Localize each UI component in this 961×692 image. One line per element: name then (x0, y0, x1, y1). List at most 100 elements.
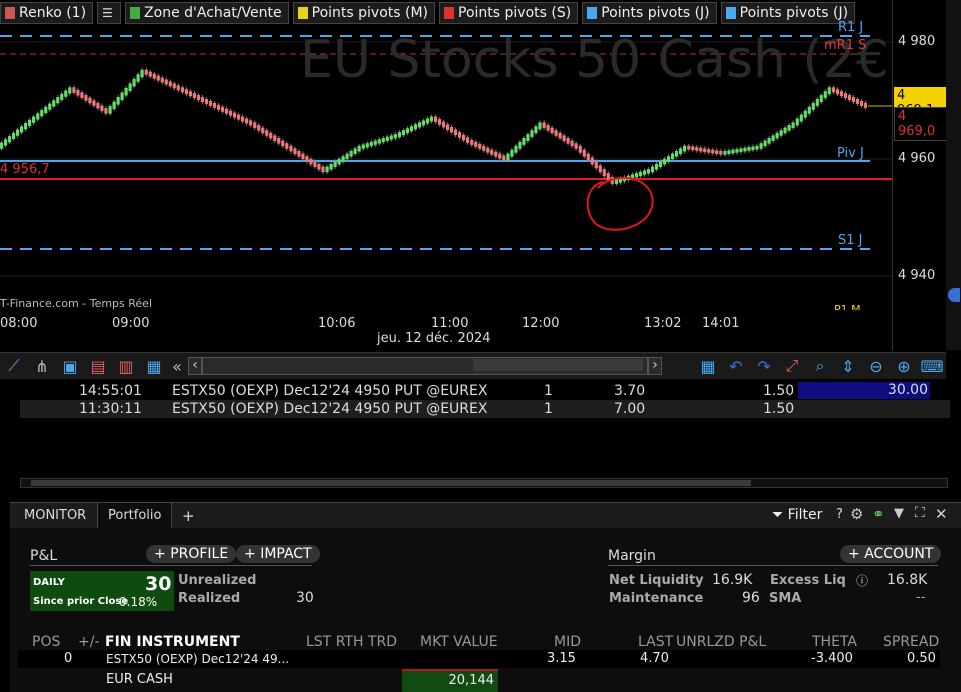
price-chart[interactable]: Renko (1) ☰ Zone d'Achat/Vente Points pivot… (0, 0, 961, 350)
renko-brick-up (799, 114, 803, 122)
renko-brick-up (803, 110, 807, 118)
chevron-down-icon[interactable]: ▼ (894, 506, 904, 521)
col-spread[interactable]: SPREAD (883, 634, 939, 650)
renko-brick-up (530, 130, 534, 138)
comment-icon[interactable]: ▣ (56, 354, 84, 378)
scroll-left-button[interactable]: ‹ (188, 357, 202, 375)
auto-scale-icon[interactable]: ⤢ (778, 354, 806, 378)
tab-portfolio[interactable]: Portfolio (97, 503, 173, 529)
indicator-icon[interactable]: ▥ (112, 354, 140, 378)
legend-item[interactable]: ☰ (97, 2, 122, 24)
renko-brick-up (124, 87, 128, 96)
share-icon[interactable]: ⋔ (28, 354, 56, 378)
renko-brick-down (176, 85, 180, 91)
orders-icon[interactable]: ▤ (84, 354, 112, 378)
col-theta[interactable]: THETA (812, 634, 857, 650)
trade-quantity: 1 (544, 383, 553, 399)
renko-brick-up (421, 120, 426, 126)
renko-brick-down (285, 143, 289, 149)
table-row[interactable]: EUR CASH 20,144 (18, 669, 940, 692)
pnl-title: P&L (30, 548, 58, 564)
renko-brick-up (429, 116, 434, 122)
renko-brick-down (446, 124, 450, 130)
chart-horizontal-scrollbar[interactable] (202, 357, 648, 375)
renko-brick-down (707, 149, 711, 153)
collapse-icon[interactable]: « (168, 354, 186, 378)
info-icon[interactable]: ⓘ (856, 572, 868, 589)
trade-row[interactable]: 14:55:01 ESTX50 (OEXP) Dec12'24 4950 PUT… (20, 382, 950, 400)
time-axis[interactable]: 08:00 09:00 10:06 11:00 12:00 13:02 14:0… (0, 310, 892, 350)
renko-brick-down (273, 135, 277, 141)
close-icon[interactable]: ✕ (935, 505, 948, 523)
renko-brick-down (309, 158, 313, 165)
side-handle-icon[interactable] (948, 288, 960, 302)
renko-brick-down (289, 145, 293, 152)
legend-item[interactable]: Points pivots (S) (439, 2, 579, 24)
scroll-thumb[interactable] (473, 359, 643, 371)
col-unrlzd-pnl[interactable]: UNRLZD P&L (676, 634, 766, 650)
row-pos: 0 (64, 651, 73, 666)
col-mid[interactable]: MID (554, 634, 581, 650)
chart-type-icon[interactable]: ▦ (140, 354, 168, 378)
link-icon[interactable]: ⚭ (872, 505, 885, 523)
scroll-right-button[interactable]: › (648, 357, 662, 375)
table-row[interactable]: 0 ESTX50 (OEXP) Dec12'24 49... 3.15 4.70… (18, 650, 940, 668)
redo-icon[interactable]: ↷ (750, 354, 778, 378)
tab-monitor[interactable]: MONITOR (14, 503, 96, 529)
account-button[interactable]: + ACCOUNT (840, 545, 942, 563)
col-fin-instrument[interactable]: FIN INSTRUMENT (105, 634, 240, 650)
trade-row[interactable]: 11:30:11 ESTX50 (OEXP) Dec12'24 4950 PUT… (20, 400, 950, 418)
maximize-icon[interactable]: ⛶ (915, 505, 925, 521)
trade-time: 11:30:11 (79, 401, 142, 417)
col-change[interactable]: +/- (78, 634, 100, 650)
price-axis[interactable]: 4 980 4 960 4 940 4 969,1 4 969,0 (892, 0, 947, 350)
renko-brick-up (401, 130, 406, 136)
renko-brick-down (550, 127, 554, 134)
col-last[interactable]: LAST (638, 634, 673, 650)
renko-brick-up (614, 179, 619, 184)
legend-item[interactable]: Renko (1) (0, 2, 94, 24)
renko-brick-down (458, 132, 462, 138)
renko-brick-down (454, 129, 458, 136)
renko-brick-up (333, 161, 337, 167)
settings-gear-icon[interactable]: ⚙ (850, 505, 863, 523)
calendar-icon[interactable]: ▦ (694, 354, 722, 378)
margin-divider (608, 565, 938, 566)
undo-icon[interactable]: ↶ (722, 354, 750, 378)
col-mkt-value[interactable]: MKT VALUE (420, 634, 498, 650)
circle-annotation (586, 176, 654, 231)
renko-brick-up (667, 156, 671, 162)
time-tick: 14:01 (702, 316, 740, 331)
add-tab-button[interactable]: + (172, 503, 205, 529)
legend-item[interactable]: Points pivots (J) (582, 2, 717, 24)
scroll-thumb[interactable] (31, 480, 751, 486)
trade-description: ESTX50 (OEXP) Dec12'24 4950 PUT @EUREX (172, 383, 488, 399)
drawing-tools-icon[interactable]: ⟋ (0, 354, 28, 378)
col-pos[interactable]: POS (32, 634, 60, 650)
renko-brick-up (132, 78, 136, 87)
legend-item[interactable]: Zone d'Achat/Vente (125, 2, 289, 24)
zoom-in-icon[interactable]: ⊕ (890, 354, 918, 378)
keyboard-icon[interactable]: ⌨ (918, 354, 946, 378)
trade-quantity: 1 (544, 401, 553, 417)
legend-item[interactable]: Points pivots (J) (720, 2, 856, 24)
impact-button[interactable]: + IMPACT (236, 545, 320, 563)
fit-icon[interactable]: ⇕ (834, 354, 862, 378)
renko-brick-up (771, 135, 775, 141)
renko-brick-down (863, 102, 868, 108)
renko-brick-up (353, 148, 357, 154)
filter-button[interactable]: ⏷ Filter (772, 507, 822, 523)
col-lst-rth-trd[interactable]: LST RTH TRD (306, 634, 397, 650)
renko-brick-up (526, 134, 530, 141)
trades-horizontal-scrollbar[interactable] (20, 478, 948, 488)
renko-brick-down (582, 149, 586, 157)
zoom-out-icon[interactable]: ⊖ (862, 354, 890, 378)
renko-brick-down (104, 108, 108, 114)
zoom-area-icon[interactable]: ⌕ (806, 354, 834, 378)
profile-button[interactable]: + PROFILE (146, 545, 237, 563)
renko-brick-up (727, 150, 731, 154)
help-icon[interactable]: ? (836, 507, 843, 522)
legend-item[interactable]: Points pivots (M) (292, 2, 436, 24)
renko-brick-up (325, 166, 329, 173)
renko-brick-up (506, 153, 510, 161)
